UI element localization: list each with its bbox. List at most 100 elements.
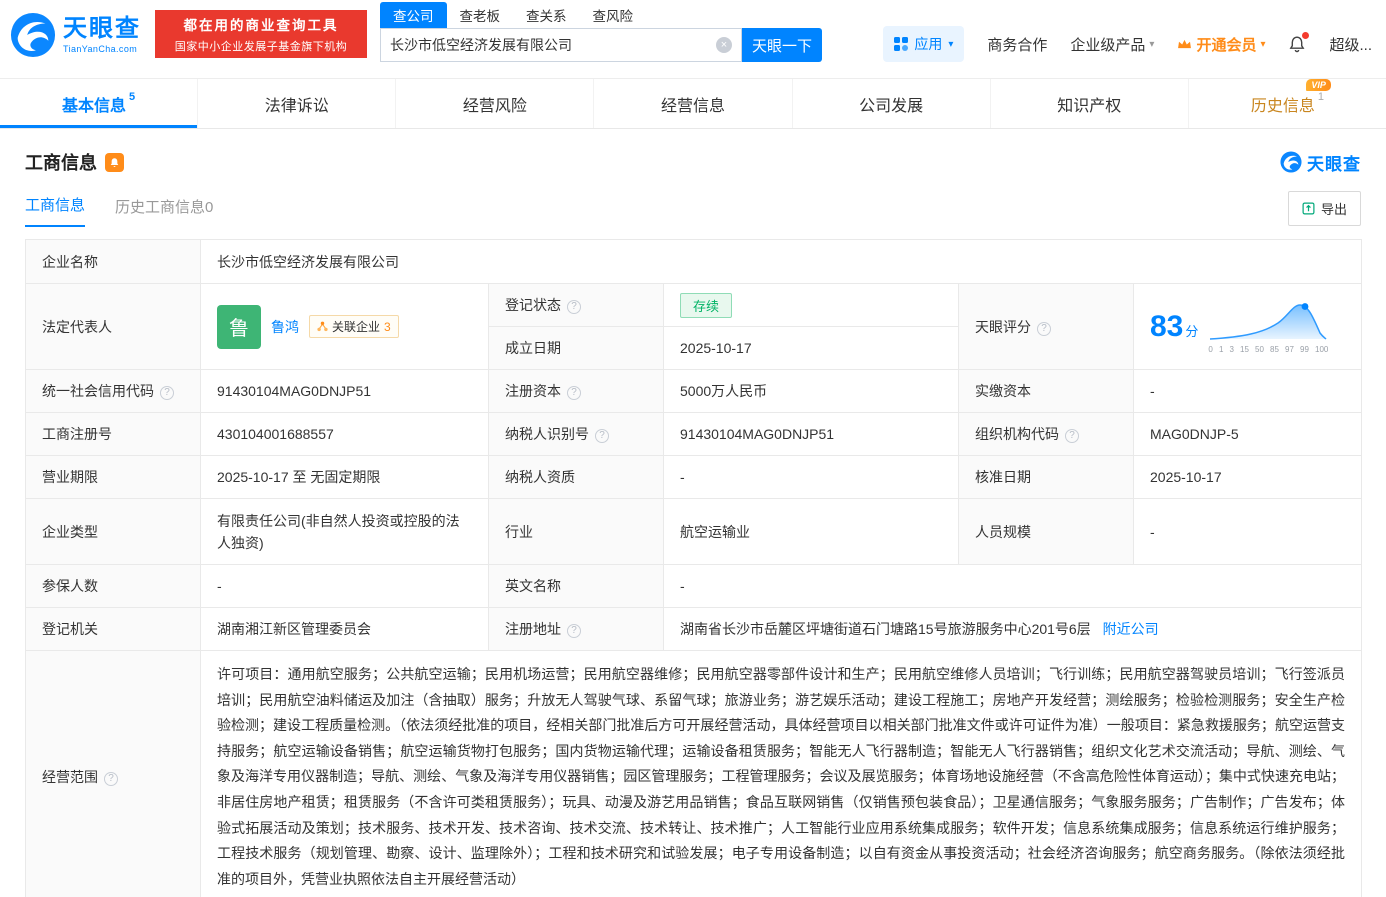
chevron-down-icon: ▾ [1149,38,1155,50]
help-icon[interactable]: ? [104,772,118,787]
related-companies-icon [317,321,328,332]
label-company-name: 企业名称 [25,239,201,284]
link-business-coop[interactable]: 商务合作 [987,34,1047,55]
label-reg-number: 工商注册号 [25,412,201,456]
help-icon[interactable]: ? [595,429,609,443]
value-establish-date: 2025-10-17 [663,326,959,370]
business-info-table: 企业名称 长沙市低空经济发展有限公司 法定代表人 鲁 鲁鸿 关联企业 3 登记状… [25,239,1362,897]
label-reg-capital: 注册资本? [488,369,664,413]
value-staff-size: - [1133,498,1362,565]
tab-intellectual-property[interactable]: 知识产权 [991,79,1189,128]
search-button[interactable]: 天眼一下 [742,28,822,62]
label-industry: 行业 [488,498,664,565]
link-open-vip[interactable]: 开通会员 ▾ [1177,34,1265,55]
search-input-wrap: × [380,28,742,62]
label-reg-status: 登记状态? [488,283,664,327]
notification-dot [1302,32,1310,39]
help-icon[interactable]: ? [160,386,174,400]
tab-basic-info[interactable]: 基本信息 5 [0,79,199,128]
tab-history-info[interactable]: 历史信息 VIP 1 [1189,78,1386,128]
help-icon[interactable]: ? [567,300,581,314]
label-taxpayer-id: 纳税人识别号? [488,412,664,456]
score-curve-chart: 01 3 15 50 85 97 99 100 [1208,299,1330,354]
legal-rep-avatar[interactable]: 鲁 [217,304,261,349]
related-companies-count: 3 [384,319,391,334]
promo-banner: 都在用的商业查询工具 国家中小企业发展子基金旗下机构 [155,10,367,58]
subtab-business-registration[interactable]: 工商信息 [25,194,86,227]
search-type-tabs: 查公司 查老板 查关系 查风险 [380,2,822,28]
status-badge: 存续 [680,292,733,318]
link-enterprise-product[interactable]: 企业级产品 ▾ [1070,34,1154,55]
tab-label: 基本信息 [62,97,127,115]
label-taxpayer-quality: 纳税人资质 [488,455,664,499]
label-establish-date: 成立日期 [488,326,664,370]
value-insured-count: - [200,564,489,608]
value-reg-number: 430104001688557 [200,412,489,456]
apps-menu[interactable]: 应用 ▾ [883,26,965,62]
section-title: 工商信息 [25,153,97,173]
tab-business-info[interactable]: 经营信息 [594,79,793,128]
label-company-type: 企业类型 [25,498,201,565]
label-business-scope: 经营范围? [25,649,201,897]
score-number: 83 分 [1150,309,1199,343]
open-vip-label: 开通会员 [1196,36,1257,54]
chevron-down-icon: ▾ [1260,38,1266,50]
export-label: 导出 [1320,202,1347,217]
clear-search-icon[interactable]: × [716,37,732,53]
value-taxpayer-id: 91430104MAG0DNJP51 [663,412,959,456]
label-org-code: 组织机构代码? [958,412,1134,456]
search-block: 查公司 查老板 查关系 查风险 × 天眼一下 [380,2,822,62]
export-button[interactable]: 导出 [1287,191,1361,226]
search-tab-boss[interactable]: 查老板 [447,2,514,28]
search-tab-risk[interactable]: 查风险 [580,2,647,28]
tab-count: 1 [1317,90,1324,103]
brand-name: 天眼查 [63,14,141,42]
tab-company-development[interactable]: 公司发展 [793,79,991,128]
header-right-menu: 应用 ▾ 商务合作 企业级产品 ▾ 开通会员 ▾ 超级... [883,26,1372,62]
label-reg-authority: 登记机关 [25,607,201,651]
tab-operating-risk[interactable]: 经营风险 [396,79,595,128]
tab-label: 公司发展 [859,97,924,115]
label-legal-rep: 法定代表人 [25,283,201,370]
help-icon[interactable]: ? [567,386,581,400]
tianyancha-logo[interactable]: 天眼查 TianYanCha.com [10,12,141,58]
value-industry: 航空运输业 [663,498,959,565]
value-reg-capital: 5000万人民币 [663,369,959,413]
tab-legal-proceedings[interactable]: 法律诉讼 [198,79,397,128]
help-icon[interactable]: ? [1065,429,1079,443]
label-staff-size: 人员规模 [958,498,1134,565]
tianyancha-logo-icon [1280,151,1302,173]
apps-label: 应用 [914,36,943,52]
apps-grid-icon [894,37,909,51]
notification-bell-icon[interactable] [1288,32,1310,53]
tab-label: 经营风险 [462,97,527,115]
subtab-history-registration[interactable]: 历史工商信息0 [115,196,213,227]
value-taxpayer-quality: - [663,455,959,499]
value-reg-authority: 湖南湘江新区管理委员会 [200,607,489,651]
subscribe-bell-icon[interactable] [105,152,124,172]
legal-rep-name-link[interactable]: 鲁鸿 [271,317,299,337]
search-input[interactable] [390,37,716,53]
search-tab-company[interactable]: 查公司 [380,2,447,28]
label-reg-address: 注册地址? [488,607,664,651]
main-content: 工商信息 天眼查 工商信息 历史工商信息0 导出 企业名称 长沙市低空经济发展有… [0,149,1386,897]
label-approval-date: 核准日期 [958,455,1134,499]
value-english-name: - [663,564,1362,608]
related-companies-label: 关联企业 [332,320,381,334]
link-super-vip[interactable]: 超级... [1329,34,1372,55]
help-icon[interactable]: ? [1037,321,1051,336]
promo-line1: 都在用的商业查询工具 [183,18,339,33]
value-company-name: 长沙市低空经济发展有限公司 [200,239,1362,284]
vip-badge: VIP [1306,78,1331,91]
nearby-companies-link[interactable]: 附近公司 [1103,621,1159,637]
crown-icon [1178,39,1192,48]
value-approval-date: 2025-10-17 [1133,455,1362,499]
tab-label: 历史信息 [1250,97,1315,115]
value-reg-address: 湖南省长沙市岳麓区坪塘街道石门塘路15号旅游服务中心201号6层 附近公司 [663,607,1362,651]
tab-label: 知识产权 [1057,97,1122,115]
related-companies-badge[interactable]: 关联企业 3 [309,315,399,338]
tab-count: 5 [129,90,136,103]
help-icon[interactable]: ? [567,624,581,638]
search-tab-relation[interactable]: 查关系 [513,2,580,28]
tianyancha-logo-icon [10,12,56,58]
